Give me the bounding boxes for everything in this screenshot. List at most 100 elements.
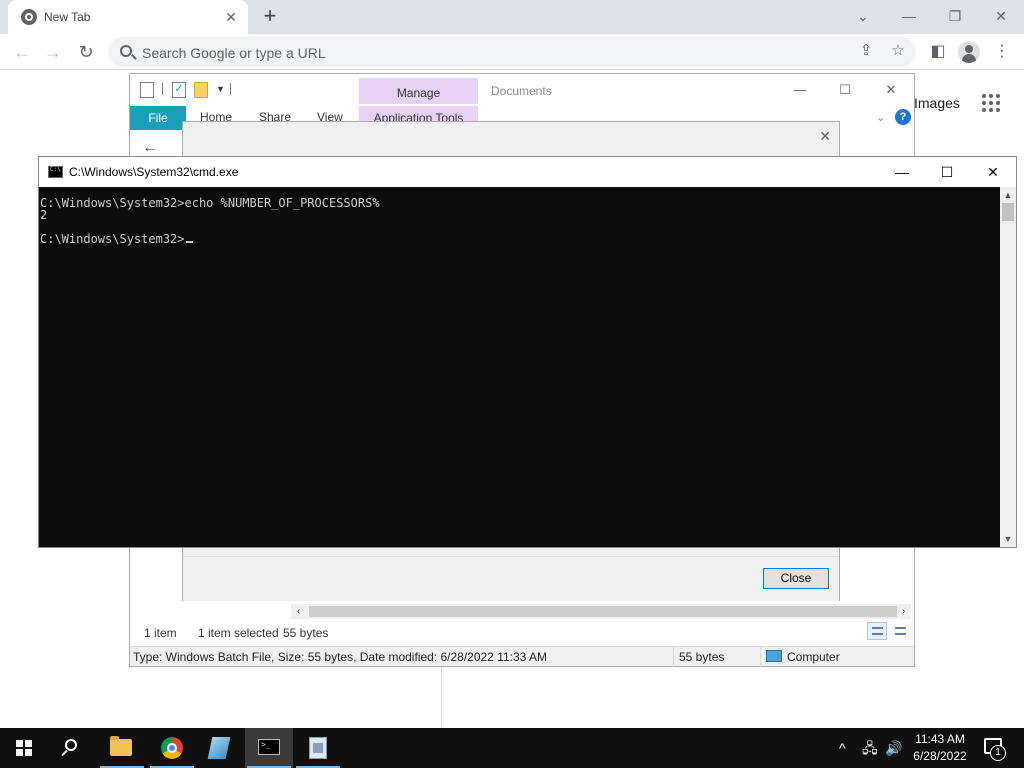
side-panel-icon[interactable]: ◧ (926, 40, 950, 64)
details-divider (760, 647, 761, 667)
status-item-count: 1 item (144, 626, 177, 640)
explorer-maximize-button[interactable]: ☐ (835, 82, 855, 98)
explorer-title: Documents (491, 84, 552, 98)
clock-time: 11:43 AM (915, 732, 965, 746)
cmd-vertical-scrollbar[interactable]: ▲ ▼ (1000, 187, 1016, 547)
taskbar: ^ 🖧 🔊 11:43 AM 6/28/2022 1 (0, 728, 1024, 768)
cmd-maximize-button[interactable]: ☐ (936, 162, 958, 182)
omnibox-placeholder: Search Google or type a URL (142, 45, 326, 61)
checkmark-icon[interactable]: ✓ (172, 82, 186, 98)
explorer-status-bar: 1 item 1 item selected 55 bytes (130, 623, 914, 643)
quick-access-dropdown-icon[interactable]: ▼ (216, 84, 225, 94)
profile-avatar-icon[interactable] (958, 41, 980, 63)
large-icons-view-icon[interactable] (890, 622, 910, 640)
scroll-right-icon[interactable]: › (896, 604, 911, 619)
chrome-tabstrip: New Tab ✕ + ⌄ — ❐ ✕ (0, 0, 1024, 34)
dialog-footer (183, 556, 839, 601)
search-icon (120, 45, 132, 57)
new-folder-icon[interactable] (194, 82, 208, 98)
quick-access-separator (230, 83, 231, 95)
close-button[interactable]: Close (763, 568, 829, 589)
taskbar-file-explorer[interactable] (98, 728, 146, 768)
clock[interactable]: 11:43 AM 6/28/2022 (902, 731, 978, 765)
dialog-close-icon[interactable]: ✕ (819, 128, 831, 145)
back-arrow-icon[interactable]: ← (10, 40, 34, 64)
chrome-favicon-icon (21, 9, 37, 25)
explorer-minimize-button[interactable]: — (790, 82, 810, 98)
console-prompt: C:\Windows\System32> (40, 232, 185, 246)
scrollbar-thumb[interactable] (309, 606, 897, 617)
tab-search-dropdown-icon[interactable]: ⌄ (851, 6, 875, 26)
explorer-horizontal-scrollbar[interactable]: ‹ › (291, 604, 911, 619)
volume-icon[interactable]: 🔊 (885, 740, 902, 756)
forward-arrow-icon[interactable]: → (41, 40, 65, 64)
chrome-icon (161, 737, 183, 759)
details-location: Computer (787, 650, 840, 664)
cmd-window: C:\Windows\System32\cmd.exe — ☐ ✕ C:\Win… (38, 156, 1017, 548)
manage-tab[interactable]: Manage (359, 78, 478, 104)
tab-close-icon[interactable]: ✕ (222, 8, 240, 26)
cmd-icon (258, 739, 280, 755)
bookmark-star-icon[interactable]: ☆ (887, 40, 909, 62)
scroll-up-icon[interactable]: ▲ (1000, 187, 1016, 203)
close-window-button[interactable]: ✕ (989, 6, 1013, 26)
chrome-toolbar: ← → ↻ Search Google or type a URL ⇪ ☆ ◧ … (0, 34, 1024, 70)
show-hidden-icons-chevron-icon[interactable]: ^ (839, 740, 846, 756)
cmd-close-button[interactable]: ✕ (982, 162, 1004, 182)
page-divider (441, 665, 442, 728)
search-button[interactable] (48, 728, 96, 768)
details-divider (673, 647, 674, 667)
windows-logo-icon (16, 740, 32, 756)
status-selected: 1 item selected (198, 626, 279, 640)
cmd-titlebar: C:\Windows\System32\cmd.exe — ☐ ✕ (39, 157, 1016, 187)
notepad-icon (207, 737, 231, 759)
reload-icon[interactable]: ↻ (74, 40, 98, 64)
scroll-left-icon[interactable]: ‹ (291, 604, 306, 619)
taskbar-chrome[interactable] (148, 728, 196, 768)
help-icon[interactable]: ? (895, 109, 911, 125)
omnibox[interactable]: Search Google or type a URL (108, 37, 916, 67)
chrome-menu-icon[interactable]: ⋮ (990, 40, 1014, 64)
console-prompt-line: C:\Windows\System32> (40, 233, 999, 245)
start-button[interactable] (0, 728, 48, 768)
quick-access-separator (162, 83, 163, 95)
file-explorer-icon (110, 736, 132, 756)
details-summary: Type: Windows Batch File, Size: 55 bytes… (133, 650, 547, 664)
explorer-details-bar: Type: Windows Batch File, Size: 55 bytes… (130, 646, 914, 667)
back-arrow-icon[interactable]: ← (142, 139, 158, 157)
google-apps-icon[interactable] (982, 94, 1000, 112)
console-line: 2 (40, 208, 48, 222)
explorer-titlebar: ✓ ▼ Manage Documents — ☐ ✕ (130, 74, 914, 104)
scrollbar-thumb[interactable] (1002, 203, 1014, 221)
tab-new-tab[interactable]: New Tab ✕ (8, 0, 248, 34)
cmd-title: C:\Windows\System32\cmd.exe (69, 165, 239, 179)
taskbar-batch-file[interactable] (294, 728, 342, 768)
search-icon (65, 739, 77, 751)
notification-count-badge: 1 (990, 745, 1006, 761)
ribbon-file-tab[interactable]: File (130, 106, 186, 130)
text-cursor (185, 241, 193, 243)
clock-date: 6/28/2022 (913, 749, 967, 763)
minimize-button[interactable]: — (897, 6, 921, 26)
explorer-close-button[interactable]: ✕ (881, 82, 901, 98)
scroll-down-icon[interactable]: ▼ (1000, 531, 1016, 547)
tab-title: New Tab (44, 10, 91, 24)
share-icon[interactable]: ⇪ (855, 40, 877, 62)
console-line: C:\Windows\System32>echo %NUMBER_OF_PROC… (40, 196, 380, 210)
taskbar-notepad[interactable] (196, 728, 244, 768)
restore-button[interactable]: ❐ (943, 6, 967, 26)
details-size: 55 bytes (679, 650, 725, 664)
properties-icon[interactable] (140, 82, 154, 98)
status-size: 55 bytes (283, 626, 329, 640)
cmd-minimize-button[interactable]: — (891, 162, 913, 182)
new-tab-button[interactable]: + (258, 5, 282, 29)
cmd-icon (48, 166, 63, 178)
ribbon-expand-chevron-icon[interactable]: ⌄ (876, 111, 885, 124)
manage-tab-label: Manage (396, 86, 441, 100)
batch-file-icon (309, 737, 327, 759)
network-icon[interactable]: 🖧 (862, 740, 878, 756)
images-link[interactable]: Images (914, 95, 960, 111)
details-view-icon[interactable] (867, 622, 887, 640)
taskbar-cmd[interactable] (245, 728, 293, 768)
cmd-console[interactable]: C:\Windows\System32>echo %NUMBER_OF_PROC… (39, 187, 1000, 547)
